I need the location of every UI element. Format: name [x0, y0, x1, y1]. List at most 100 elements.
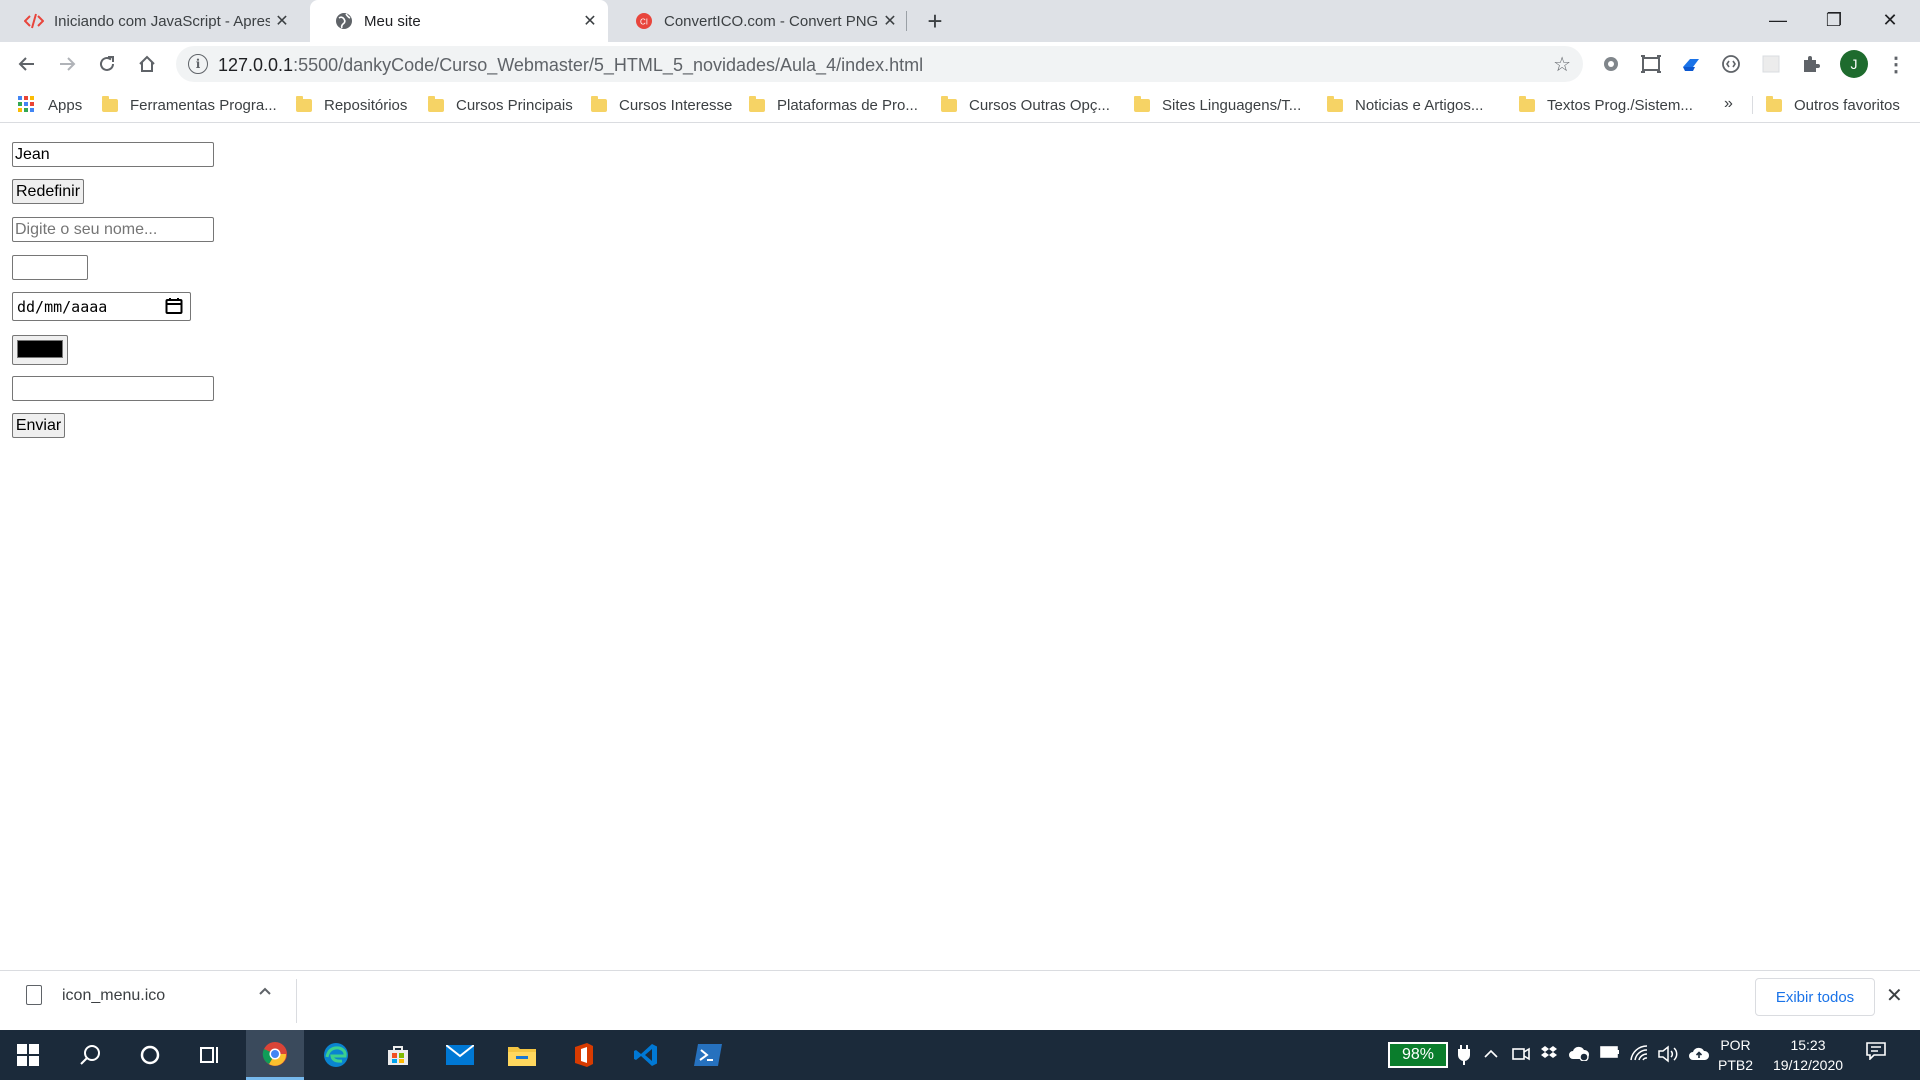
- bookmark-label: Sites Linguagens/T...: [1162, 96, 1302, 114]
- power-plug-icon[interactable]: [1458, 1045, 1470, 1070]
- svg-text:CI: CI: [640, 18, 648, 27]
- converticon-icon: CI: [634, 11, 654, 31]
- bookmark-folder[interactable]: Repositórios: [296, 93, 407, 117]
- extension-gear-icon[interactable]: [1600, 53, 1622, 75]
- minimize-button[interactable]: —: [1750, 0, 1806, 40]
- bookmark-folder[interactable]: Textos Prog./Sistem...: [1519, 93, 1693, 117]
- cloud-icon[interactable]: [1688, 1045, 1710, 1066]
- cortana-icon[interactable]: [122, 1030, 178, 1080]
- chrome-taskbar-icon[interactable]: [246, 1030, 304, 1080]
- wifi-icon[interactable]: [1630, 1045, 1648, 1066]
- clock[interactable]: 15:23 19/12/2020: [1770, 1035, 1846, 1075]
- close-tab-icon[interactable]: ✕: [878, 9, 902, 33]
- meet-now-icon[interactable]: [1512, 1045, 1530, 1068]
- bookmark-folder[interactable]: Noticias e Artigos...: [1327, 93, 1483, 117]
- tab-iniciando-javascript[interactable]: Iniciando com JavaScript - Apresentação …: [0, 0, 300, 42]
- file-explorer-icon[interactable]: [494, 1030, 550, 1080]
- code-icon: [24, 11, 44, 31]
- bookmark-label: Cursos Interesse: [619, 96, 733, 114]
- chevron-up-icon[interactable]: [1484, 1045, 1498, 1063]
- back-button[interactable]: [12, 49, 42, 79]
- folder-icon: [1519, 95, 1535, 112]
- address-bar[interactable]: i 127.0.0.1:5500/dankyCode/Curso_Webmast…: [176, 46, 1583, 82]
- text-input[interactable]: [12, 376, 214, 401]
- color-picker[interactable]: [12, 335, 68, 365]
- bookmark-label: Apps: [48, 96, 83, 114]
- bookmark-folder[interactable]: Sites Linguagens/T...: [1134, 93, 1301, 117]
- search-icon[interactable]: [62, 1030, 118, 1080]
- onedrive-sync-icon[interactable]: [1568, 1045, 1590, 1066]
- file-icon: [26, 985, 42, 1005]
- bookmark-folder[interactable]: Cursos Outras Opç...: [941, 93, 1110, 117]
- store-icon[interactable]: [370, 1030, 426, 1080]
- bookmark-label: Cursos Outras Opç...: [969, 96, 1110, 114]
- folder-icon: [749, 95, 765, 112]
- number-input[interactable]: [12, 255, 88, 280]
- url-text[interactable]: 127.0.0.1:5500/dankyCode/Curso_Webmaster…: [218, 55, 923, 76]
- blank-extension-icon[interactable]: [1760, 53, 1782, 75]
- close-window-button[interactable]: ✕: [1862, 0, 1918, 40]
- bookmark-folder[interactable]: Cursos Principais: [428, 93, 573, 117]
- folder-icon: [1327, 95, 1343, 112]
- clock-date: 19/12/2020: [1772, 1057, 1844, 1073]
- show-all-downloads-button[interactable]: Exibir todos: [1755, 978, 1875, 1016]
- new-tab-button[interactable]: +: [920, 6, 950, 36]
- profile-avatar[interactable]: J: [1840, 50, 1868, 78]
- tab-meu-site[interactable]: Meu site ✕: [310, 0, 608, 42]
- folder-icon: [102, 95, 118, 112]
- calendar-icon[interactable]: [165, 297, 183, 320]
- folder-icon: [591, 95, 607, 112]
- battery-icon[interactable]: [1600, 1045, 1620, 1064]
- more-bookmarks-chevron-icon[interactable]: »: [1724, 95, 1733, 113]
- puzzle-extensions-icon[interactable]: [1800, 53, 1822, 75]
- volume-icon[interactable]: [1658, 1045, 1680, 1068]
- name-placeholder-input[interactable]: [12, 217, 214, 242]
- bookmark-label: Cursos Principais: [456, 96, 573, 114]
- tab-convertico[interactable]: CI ConvertICO.com - Convert PNG to ICO ✕: [610, 0, 908, 42]
- name-input[interactable]: [12, 142, 214, 167]
- download-filename[interactable]: icon_menu.ico: [62, 987, 165, 1005]
- home-icon: [139, 55, 155, 72]
- shelf-separator: [296, 979, 297, 1023]
- submit-button[interactable]: Enviar: [12, 413, 65, 438]
- bookmark-other-favorites[interactable]: Outros favoritos: [1766, 93, 1900, 117]
- tab-strip: Iniciando com JavaScript - Apresentação …: [0, 0, 1920, 42]
- bookmark-separator: [1752, 96, 1753, 114]
- bookmark-star-icon[interactable]: ☆: [1553, 52, 1571, 77]
- screenshot-icon[interactable]: [1640, 53, 1662, 75]
- close-tab-icon[interactable]: ✕: [270, 9, 294, 33]
- dropbox-icon[interactable]: [1540, 1045, 1558, 1066]
- browser-toolbar: i 127.0.0.1:5500/dankyCode/Curso_Webmast…: [0, 42, 1920, 86]
- vscode-icon[interactable]: [618, 1030, 674, 1080]
- bookmark-folder[interactable]: Cursos Interesse: [591, 93, 732, 117]
- mail-icon[interactable]: [432, 1030, 488, 1080]
- drive-extension-icon[interactable]: [1680, 53, 1702, 75]
- bookmark-folder[interactable]: Plataformas de Pro...: [749, 93, 918, 117]
- edge-icon[interactable]: [308, 1030, 364, 1080]
- folder-icon: [941, 95, 957, 112]
- info-icon[interactable]: i: [188, 54, 208, 74]
- close-icon[interactable]: ✕: [1886, 983, 1903, 1008]
- chevron-up-icon[interactable]: [258, 983, 272, 1001]
- input-language-indicator[interactable]: POR PTB2: [1718, 1035, 1753, 1075]
- restore-button[interactable]: ❐: [1806, 0, 1862, 40]
- office-icon[interactable]: [556, 1030, 612, 1080]
- battery-indicator[interactable]: 98%: [1388, 1042, 1448, 1068]
- url-host: 127.0.0.1: [218, 55, 294, 75]
- forward-button[interactable]: [52, 49, 82, 79]
- reset-button[interactable]: Redefinir: [12, 179, 84, 204]
- bookmark-apps[interactable]: Apps: [18, 93, 82, 117]
- code-extension-icon[interactable]: [1720, 53, 1742, 75]
- home-button[interactable]: [132, 49, 162, 79]
- task-view-icon[interactable]: [182, 1030, 238, 1080]
- date-input[interactable]: dd/mm/aaaa: [12, 292, 191, 321]
- powershell-icon[interactable]: [680, 1030, 736, 1080]
- bookmark-folder[interactable]: Ferramentas Progra...: [102, 93, 277, 117]
- notification-center-icon[interactable]: [1866, 1042, 1886, 1066]
- color-swatch: [17, 340, 63, 358]
- more-menu-icon[interactable]: ⋮: [1882, 50, 1910, 78]
- close-tab-icon[interactable]: ✕: [578, 9, 602, 33]
- windows-start-icon[interactable]: [0, 1030, 56, 1080]
- reload-button[interactable]: [92, 49, 122, 79]
- keyboard-layout: PTB2: [1718, 1057, 1754, 1073]
